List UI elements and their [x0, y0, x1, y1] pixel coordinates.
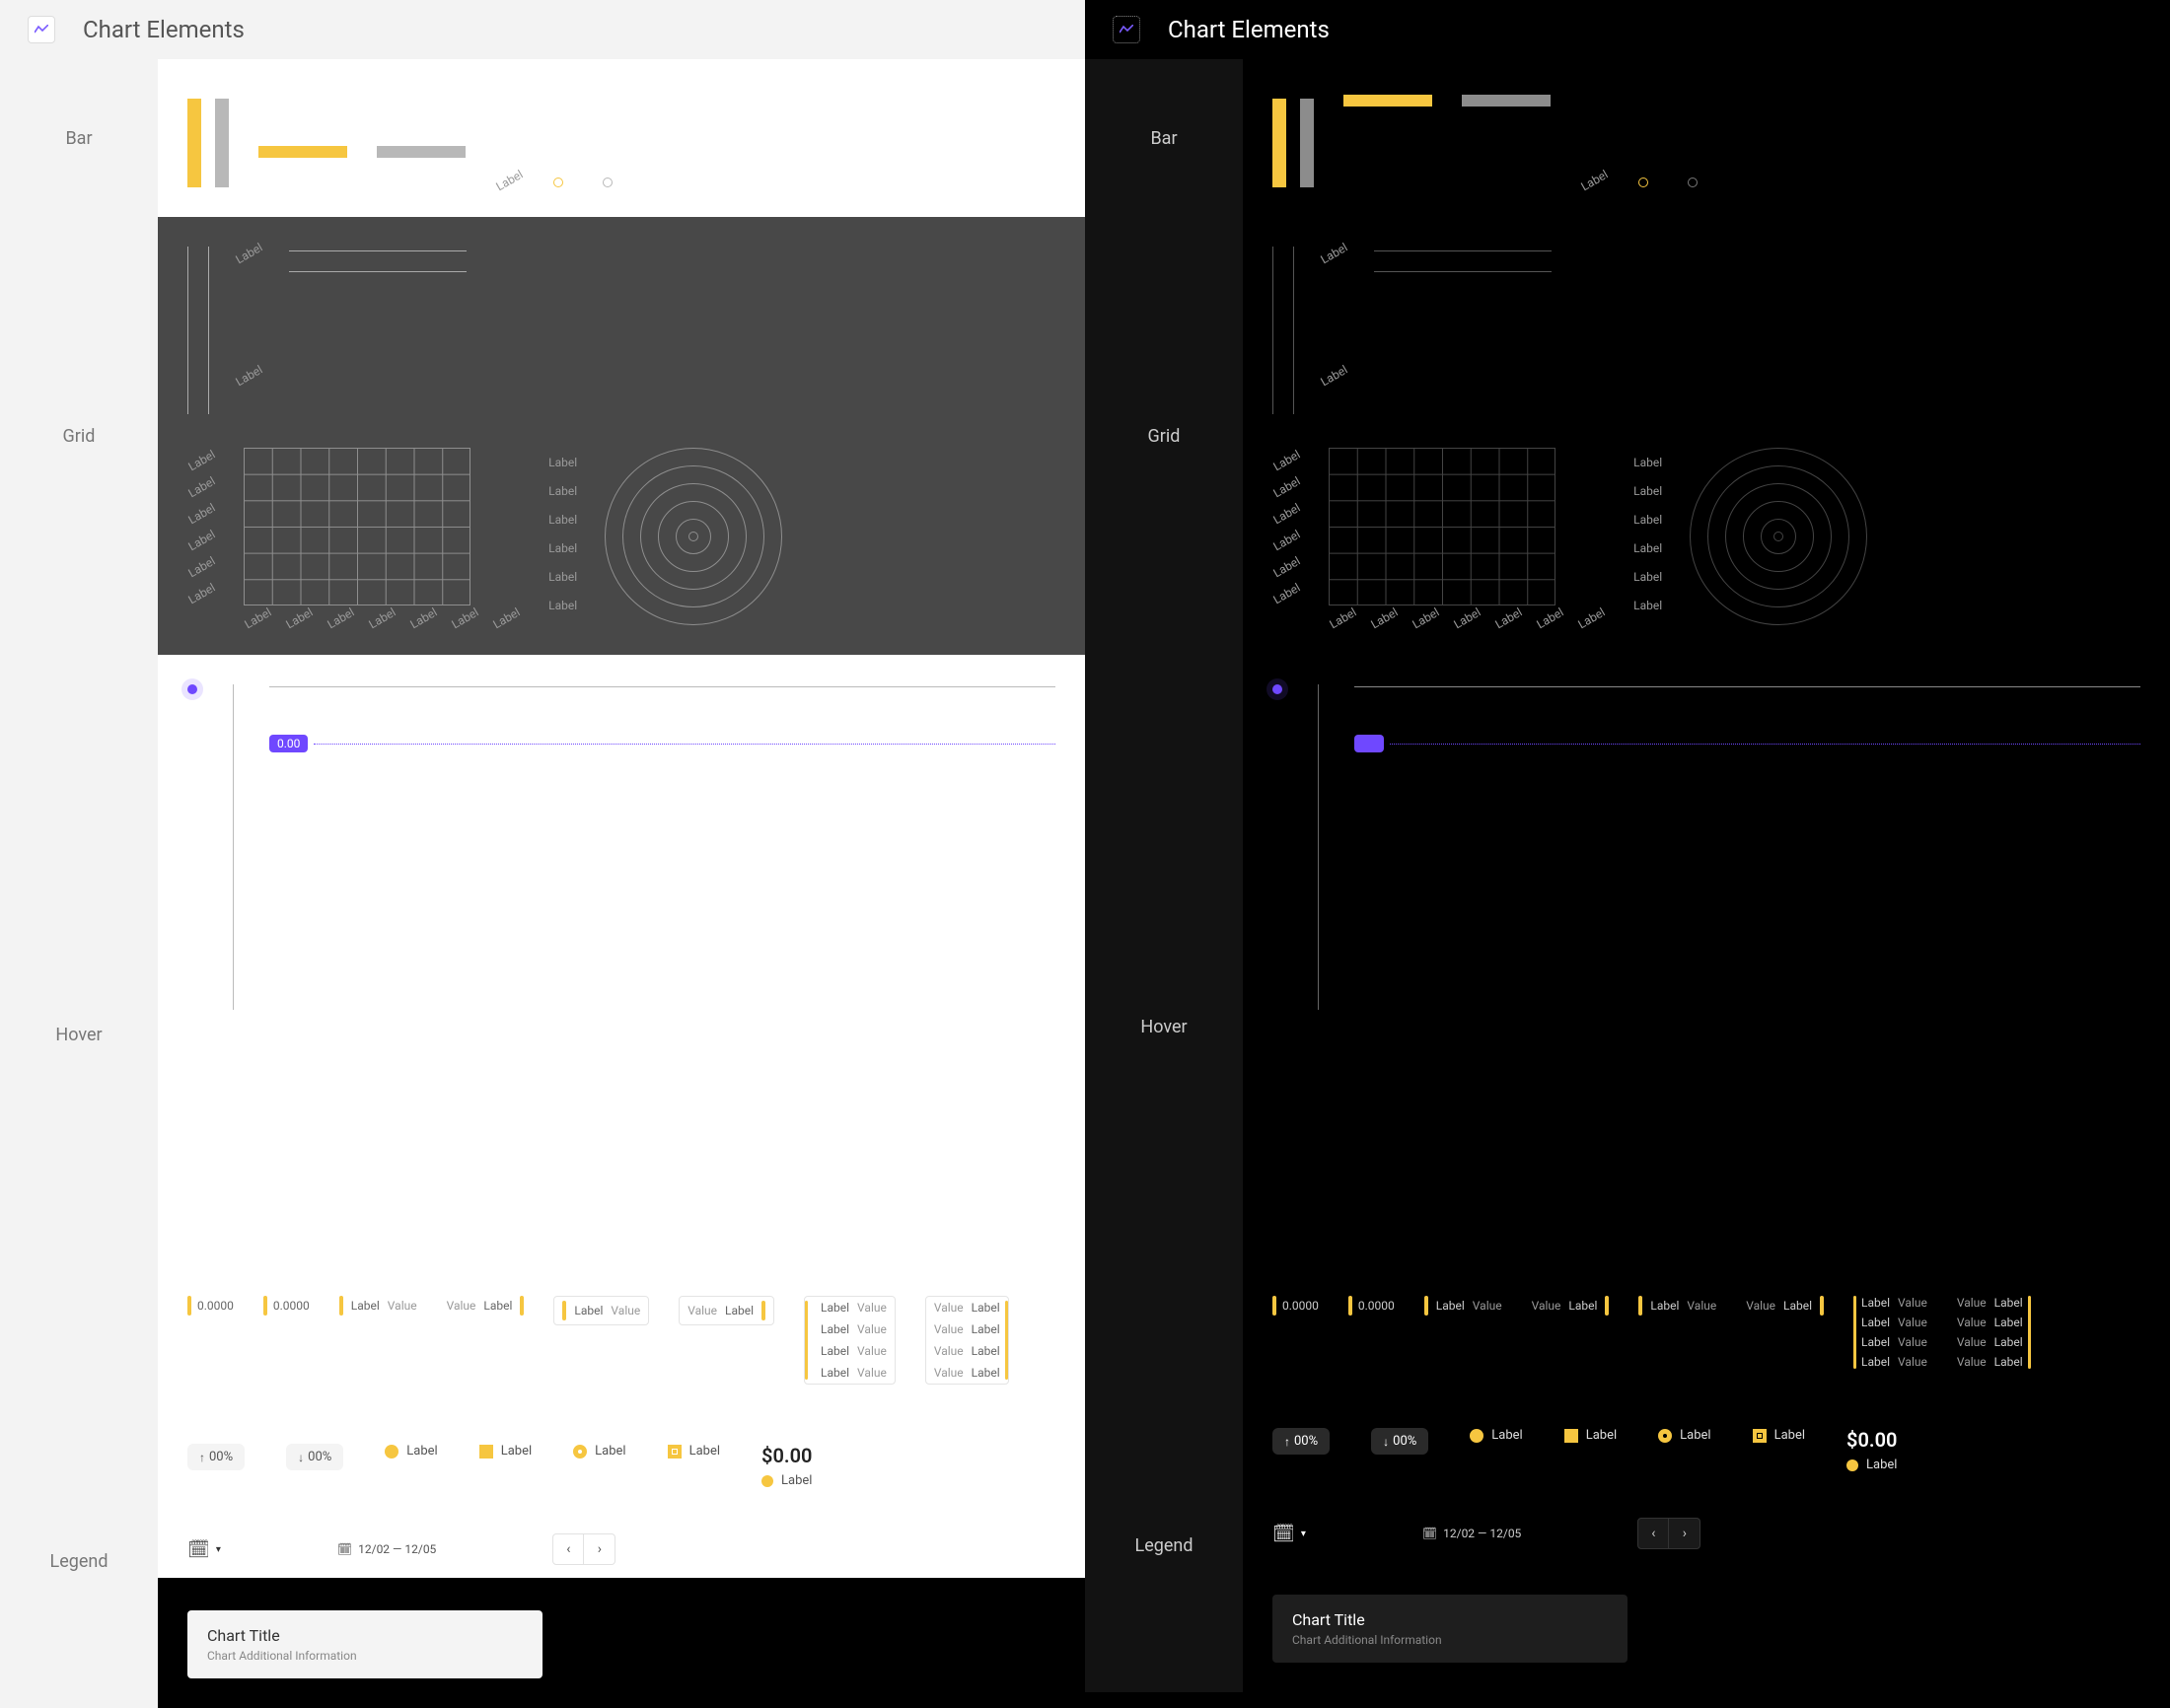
ring-dots [553, 178, 613, 187]
trend-up-pill[interactable]: ↑00% [187, 1444, 245, 1470]
hover-axis-v [233, 684, 234, 1010]
grid-y-labels: Label Label Label Label Label Label [187, 448, 216, 601]
hbar-grey [377, 146, 466, 158]
light-theme-panel: Chart Elements Bar Label [0, 0, 1085, 1578]
vertical-gridlines [187, 247, 209, 414]
vertical-bars [187, 99, 229, 187]
arrow-up-icon: ↑ [199, 1451, 205, 1464]
header: Chart Elements [0, 0, 1085, 59]
calendar-icon: 🗓 [337, 1542, 352, 1556]
grid-square [244, 448, 470, 605]
section-label-hover: Hover [1085, 655, 1243, 1398]
header-title: Chart Elements [1168, 16, 1330, 43]
hover-box: ValueLabel [679, 1296, 774, 1325]
grid-section: Grid Label Label Label Label Label [0, 217, 1085, 655]
header: Chart Elements [1085, 0, 2170, 59]
chart-title: Chart Title [1292, 1610, 1608, 1629]
next-button[interactable]: › [584, 1533, 615, 1565]
grid-right-labels: Label Label Label Label Label Label [548, 448, 577, 612]
date-range[interactable]: 🗓 12/02 — 12/05 [1414, 1523, 1529, 1544]
chart-title-card: Chart Title Chart Additional Information [187, 1610, 542, 1678]
vbar-yellow [187, 99, 201, 187]
legend-item-ring[interactable]: Label [1658, 1428, 1710, 1443]
legend-item-square[interactable]: Label [1564, 1428, 1617, 1443]
legend-item-ring[interactable]: Label [573, 1444, 625, 1459]
bar-section: Bar Label [0, 59, 1085, 217]
next-button[interactable]: › [1669, 1518, 1700, 1549]
section-label-grid: Grid [0, 217, 158, 655]
legend-item-square-ring[interactable]: Label [1753, 1428, 1805, 1443]
tick-value: 0.0000 [273, 1299, 310, 1313]
calendar-dropdown[interactable]: 🗓 ▾ [1272, 1524, 1306, 1544]
section-label-legend: Legend [1085, 1398, 1243, 1692]
concentric-grid [605, 448, 782, 625]
section-label-bar: Bar [1085, 59, 1243, 217]
hover-axis-h [269, 686, 1055, 687]
chart-icon [1113, 16, 1140, 43]
hover-badge: . [1354, 735, 1384, 752]
section-label-legend: Legend [0, 1414, 158, 1708]
hover-box: LabelValue [553, 1296, 649, 1325]
chart-title: Chart Title [207, 1626, 523, 1645]
calendar-icon: 🗓 [1422, 1527, 1437, 1540]
legend-price: $0.00 [1846, 1428, 1897, 1452]
chart-subtitle: Chart Additional Information [1292, 1633, 1608, 1647]
legend-item-square[interactable]: Label [479, 1444, 532, 1459]
calendar-icon: 🗓 [1272, 1524, 1295, 1544]
chart-title-card: Chart Title Chart Additional Information [1272, 1595, 1628, 1663]
ring-dot-grey [603, 178, 613, 187]
calendar-dropdown[interactable]: 🗓 ▾ [187, 1539, 221, 1560]
hover-stack: LabelValue LabelValue LabelValue LabelVa… [804, 1296, 896, 1385]
nav-group: ‹ › [552, 1533, 615, 1565]
grid-section: Grid Label Label LabelLabel LabelLabel L… [1085, 217, 2170, 655]
bar-section: Bar Label [1085, 59, 2170, 217]
legend-item-square-ring[interactable]: Label [668, 1444, 720, 1459]
legend-item-circle[interactable]: Label [385, 1444, 437, 1459]
grid-x-labels: Label Label Label Label Label Label Labe… [244, 611, 521, 625]
section-label-bar: Bar [0, 59, 158, 217]
hover-dashed-line [314, 744, 1055, 745]
hover-point-icon [187, 684, 197, 694]
chart-icon [28, 16, 55, 43]
trend-up-pill[interactable]: ↑00% [1272, 1428, 1330, 1455]
tick-value: 0.0000 [197, 1299, 234, 1313]
prev-button[interactable]: ‹ [1637, 1518, 1669, 1549]
legend-price: $0.00 [761, 1444, 812, 1467]
chart-subtitle: Chart Additional Information [207, 1649, 523, 1663]
section-label-grid: Grid [1085, 217, 1243, 655]
legend-section: Legend ↑00% ↓00% Label Label Label Label… [1085, 1398, 2170, 1692]
hover-stack: ValueLabel ValueLabel ValueLabel ValueLa… [925, 1296, 1009, 1385]
arrow-down-icon: ↓ [1383, 1435, 1389, 1449]
chevron-down-icon: ▾ [216, 1544, 221, 1555]
hover-section: Hover 0.00 0.0000 0.0000 LabelValue Valu… [0, 655, 1085, 1414]
arrow-up-icon: ↑ [1284, 1435, 1290, 1449]
hover-badge: 0.00 [269, 735, 308, 752]
hover-point-icon [1272, 684, 1282, 694]
hover-section: Hover . 0.0000 0.0000 LabelValue ValueLa… [1085, 655, 2170, 1398]
rotated-labels: Label [495, 174, 524, 187]
legend-item-circle[interactable]: Label [1470, 1428, 1522, 1443]
date-range[interactable]: 🗓 12/02 — 12/05 [329, 1538, 444, 1560]
section-label-hover: Hover [0, 655, 158, 1414]
trend-down-pill[interactable]: ↓00% [286, 1444, 343, 1470]
ring-dot-yellow [553, 178, 563, 187]
trend-down-pill[interactable]: ↓00% [1371, 1428, 1428, 1455]
dark-theme-panel: Chart Elements Bar Label Grid Label Labe… [1085, 0, 2170, 1578]
chevron-down-icon: ▾ [1301, 1529, 1306, 1539]
legend-section: Legend ↑00% ↓00% Label Label Label Label… [0, 1414, 1085, 1708]
horizontal-gridlines [289, 247, 467, 272]
hbar-yellow [258, 146, 347, 158]
calendar-icon: 🗓 [187, 1539, 210, 1560]
prev-button[interactable]: ‹ [552, 1533, 584, 1565]
header-title: Chart Elements [83, 16, 245, 43]
arrow-down-icon: ↓ [298, 1451, 304, 1464]
vbar-grey [215, 99, 229, 187]
